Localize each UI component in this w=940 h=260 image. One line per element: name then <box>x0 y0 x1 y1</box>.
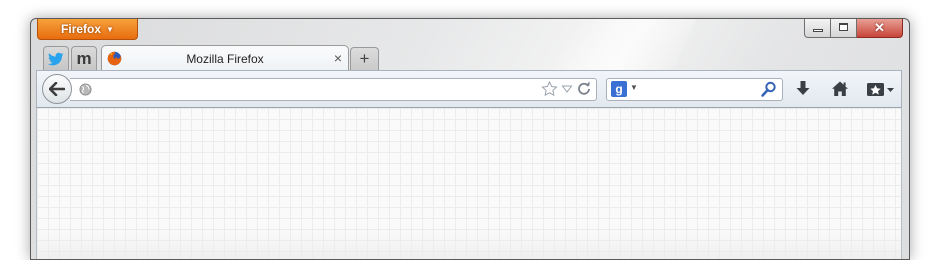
home-icon[interactable] <box>831 80 849 98</box>
chevron-down-icon: ▼ <box>106 25 114 34</box>
engine-dropdown-icon[interactable]: ▼ <box>630 83 638 92</box>
app-tab-m[interactable]: m <box>71 46 97 70</box>
download-arrow-icon[interactable] <box>795 80 811 98</box>
globe-icon <box>79 83 92 96</box>
back-button[interactable] <box>42 74 72 104</box>
plus-icon: + <box>359 49 370 68</box>
new-tab-button[interactable]: + <box>350 47 379 71</box>
tab-strip: m Mozilla Firefox × + <box>41 44 901 72</box>
window-controls: ✕ <box>804 19 903 38</box>
url-bar-icons <box>541 81 592 97</box>
twitter-bird-icon <box>48 52 64 65</box>
star-outline-icon[interactable] <box>541 81 558 97</box>
page-content-area[interactable] <box>36 108 902 259</box>
triangle-down-icon[interactable] <box>561 81 573 97</box>
close-icon: ✕ <box>874 20 885 35</box>
firefox-menu-button[interactable]: Firefox ▼ <box>37 19 138 40</box>
close-window-button[interactable]: ✕ <box>857 19 903 38</box>
maximize-button[interactable] <box>831 19 857 38</box>
search-engine-glyph: g <box>615 82 623 96</box>
bookmarks-star-icon[interactable] <box>866 81 896 97</box>
back-arrow-icon <box>49 82 65 96</box>
firefox-logo-icon <box>107 51 122 66</box>
tab-mozilla-firefox[interactable]: Mozilla Firefox × <box>101 45 349 72</box>
search-bar[interactable]: g ▼ <box>606 78 783 101</box>
m-letter-icon: m <box>76 49 92 68</box>
firefox-menu-label: Firefox <box>61 22 102 36</box>
tab-close-icon[interactable]: × <box>334 50 342 66</box>
url-bar[interactable] <box>70 78 597 101</box>
tab-title: Mozilla Firefox <box>186 52 264 66</box>
navigation-toolbar: g ▼ <box>36 70 902 108</box>
app-tab-twitter[interactable] <box>43 46 69 70</box>
magnifier-icon[interactable] <box>761 81 777 98</box>
content-fade <box>37 228 901 259</box>
reload-icon[interactable] <box>576 81 592 97</box>
google-plus-icon[interactable]: g <box>611 81 627 97</box>
minimize-button[interactable] <box>804 19 831 38</box>
browser-window: Firefox ▼ ✕ m Mozilla Firefox × + g ▼ <box>30 18 910 260</box>
